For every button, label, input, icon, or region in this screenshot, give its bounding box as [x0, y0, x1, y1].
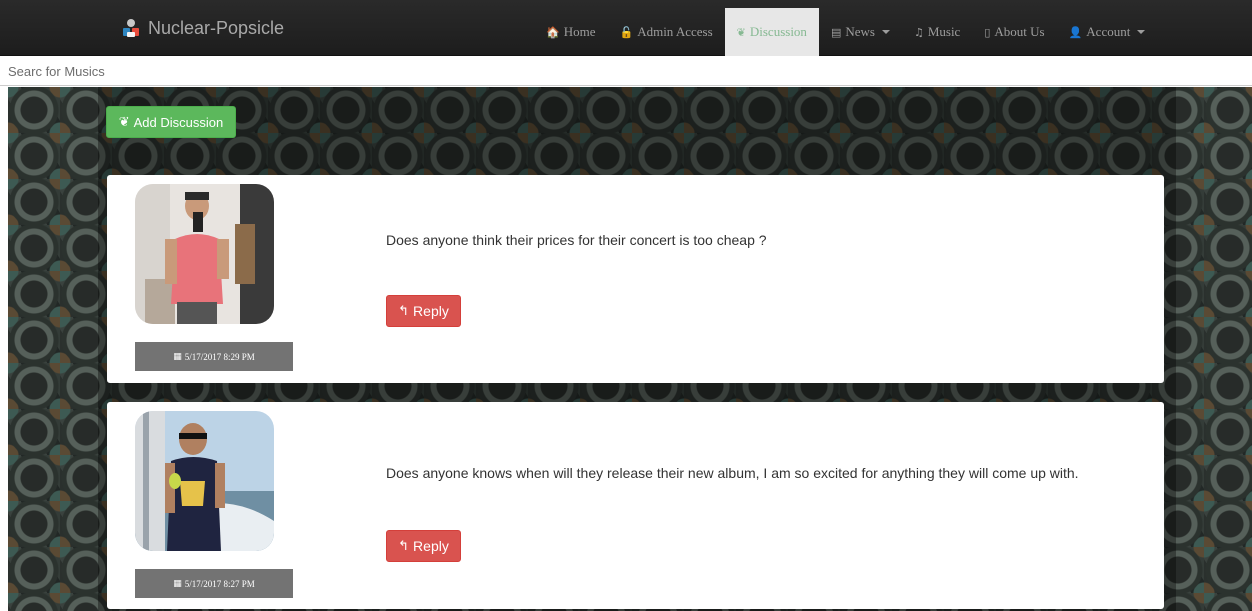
- unlock-icon: 🔓: [619, 25, 634, 39]
- post-date: 5/17/2017 8:29 PM: [184, 351, 255, 362]
- discussion-post: ▦ 5/17/2017 8:29 PM Does anyone think th…: [107, 175, 1164, 383]
- nav-about-us[interactable]: ▯ About Us: [972, 8, 1056, 56]
- discussion-post: ▦ 5/17/2017 8:27 PM Does anyone knows wh…: [107, 402, 1164, 609]
- nav-home[interactable]: 🏠 Home: [534, 8, 607, 56]
- nav-account-label: Account: [1086, 24, 1131, 39]
- calendar-icon: ▦: [173, 351, 182, 362]
- nav-discussion[interactable]: ❦ Discussion: [724, 8, 819, 56]
- reply-icon: ↰: [398, 538, 410, 554]
- brand-name: Nuclear-Popsicle: [148, 17, 285, 38]
- nav-admin-access[interactable]: 🔓 Admin Access: [607, 8, 724, 56]
- search-input[interactable]: [0, 57, 1252, 85]
- reply-label: Reply: [413, 303, 449, 319]
- post-text: Does anyone knows when will they release…: [386, 465, 1079, 481]
- post-date: 5/17/2017 8:27 PM: [184, 578, 255, 589]
- home-icon: 🏠: [546, 25, 560, 39]
- nav-discussion-label: Discussion: [749, 24, 807, 39]
- add-discussion-button[interactable]: ❦ Add Discussion: [106, 106, 236, 138]
- reply-icon: ↰: [398, 303, 410, 319]
- reply-button[interactable]: ↰ Reply: [386, 295, 461, 327]
- avatar: [135, 411, 274, 551]
- user-icon: 👤: [1068, 25, 1083, 39]
- leaf-icon: ❦: [118, 114, 130, 129]
- nav-news-label: News: [845, 24, 875, 39]
- nav-news[interactable]: ▤ News: [819, 8, 902, 56]
- caret-down-icon: [1137, 30, 1146, 34]
- nav-admin-access-label: Admin Access: [637, 24, 713, 39]
- brand-link[interactable]: Nuclear-Popsicle: [120, 0, 284, 56]
- reply-button[interactable]: ↰ Reply: [386, 530, 461, 562]
- nav-music-label: Music: [927, 24, 961, 39]
- newspaper-icon: ▤: [830, 25, 842, 39]
- navbar: Nuclear-Popsicle 🏠 Home 🔓 Admin Access ❦…: [0, 0, 1252, 56]
- nav-home-label: Home: [563, 24, 596, 39]
- nav-about-us-label: About Us: [994, 24, 1045, 39]
- search-bar: [0, 57, 1252, 86]
- calendar-icon: ▦: [173, 578, 182, 589]
- music-icon: ♫: [913, 25, 924, 39]
- nav-music[interactable]: ♫ Music: [902, 8, 972, 56]
- reply-label: Reply: [413, 538, 449, 554]
- nav-links: 🏠 Home 🔓 Admin Access ❦ Discussion ▤ New…: [534, 8, 1157, 56]
- caret-down-icon: [881, 30, 890, 34]
- brand-logo-icon: [123, 19, 139, 37]
- leaf-icon: ❦: [736, 25, 746, 39]
- phone-icon: ▯: [984, 25, 991, 39]
- post-date-badge: ▦ 5/17/2017 8:29 PM: [135, 342, 293, 371]
- add-discussion-label: Add Discussion: [133, 114, 224, 130]
- post-date-badge: ▦ 5/17/2017 8:27 PM: [135, 569, 293, 598]
- nav-account[interactable]: 👤 Account: [1057, 8, 1158, 56]
- post-text: Does anyone think their prices for their…: [386, 232, 767, 248]
- avatar: [135, 184, 274, 324]
